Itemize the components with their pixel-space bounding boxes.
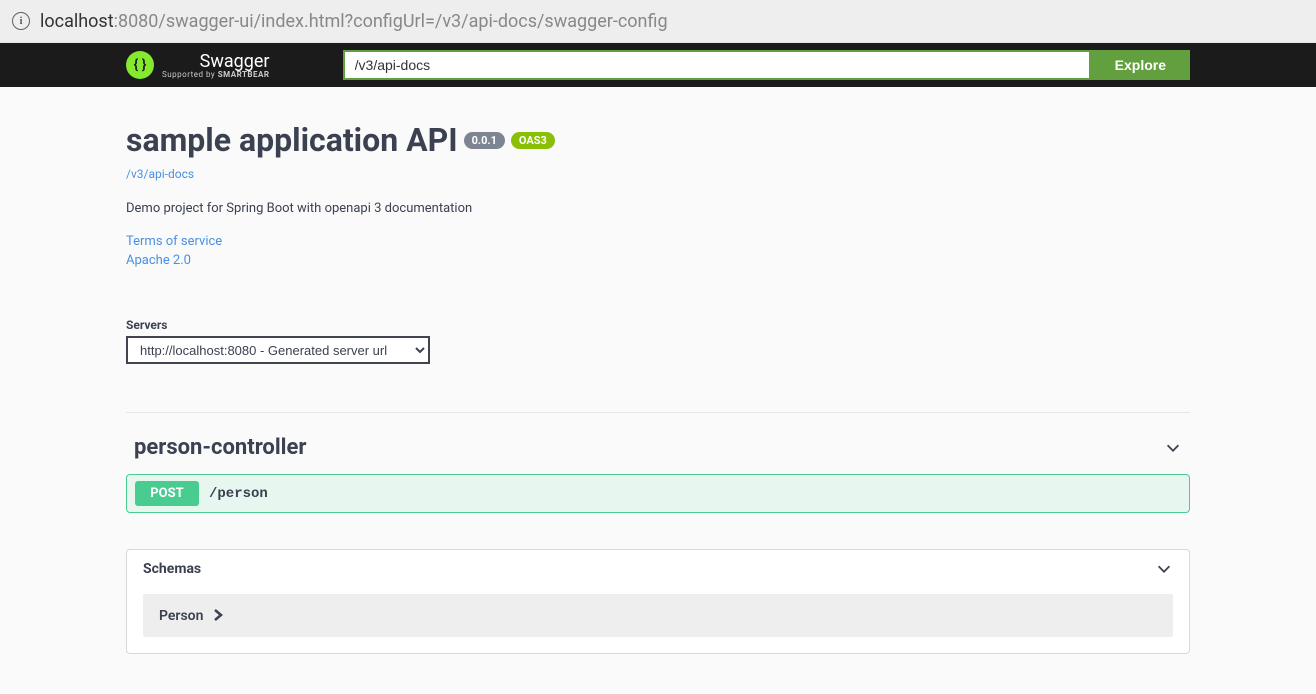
schema-item-person[interactable]: Person — [143, 594, 1173, 637]
servers-select[interactable]: http://localhost:8080 - Generated server… — [126, 336, 430, 364]
version-badge: 0.0.1 — [464, 132, 505, 149]
swagger-topbar: { } Swagger Supported by SMARTBEAR Explo… — [0, 43, 1316, 87]
servers-label: Servers — [126, 318, 1190, 332]
tag-label: person-controller — [134, 435, 306, 460]
chevron-down-icon — [1155, 560, 1173, 578]
explore-form: Explore — [343, 50, 1190, 80]
terms-of-service-link[interactable]: Terms of service — [126, 234, 1190, 249]
http-method-badge: POST — [135, 481, 199, 506]
chevron-down-icon — [1164, 439, 1182, 457]
license-link[interactable]: Apache 2.0 — [126, 253, 1190, 268]
url-display[interactable]: localhost:8080/swagger-ui/index.html?con… — [40, 11, 668, 32]
schemas-title: Schemas — [143, 561, 201, 577]
browser-address-bar: i localhost:8080/swagger-ui/index.html?c… — [0, 0, 1316, 43]
servers-block: Servers http://localhost:8080 - Generate… — [126, 318, 1190, 364]
tag-person-controller[interactable]: person-controller — [126, 431, 1190, 474]
spec-url-input[interactable] — [343, 50, 1091, 80]
chevron-right-icon — [213, 606, 223, 625]
brand-sublabel: Supported by SMARTBEAR — [162, 70, 270, 79]
api-description: Demo project for Spring Boot with openap… — [126, 201, 1190, 216]
api-docs-link[interactable]: /v3/api-docs — [126, 167, 194, 181]
operation-post-person[interactable]: POST /person — [126, 474, 1190, 513]
schema-name: Person — [159, 608, 203, 624]
swagger-logo[interactable]: { } Swagger Supported by SMARTBEAR — [126, 51, 270, 79]
api-title-row: sample application API 0.0.1 OAS3 — [126, 121, 1190, 159]
api-title: sample application API — [126, 121, 458, 159]
brand-label: Swagger — [200, 51, 270, 72]
schemas-header[interactable]: Schemas — [127, 550, 1189, 586]
oas-badge: OAS3 — [511, 132, 555, 149]
info-icon[interactable]: i — [12, 12, 30, 30]
swagger-logo-icon: { } — [126, 51, 154, 79]
explore-button[interactable]: Explore — [1091, 50, 1190, 80]
schemas-section: Schemas Person — [126, 549, 1190, 654]
operation-path: /person — [209, 486, 268, 502]
